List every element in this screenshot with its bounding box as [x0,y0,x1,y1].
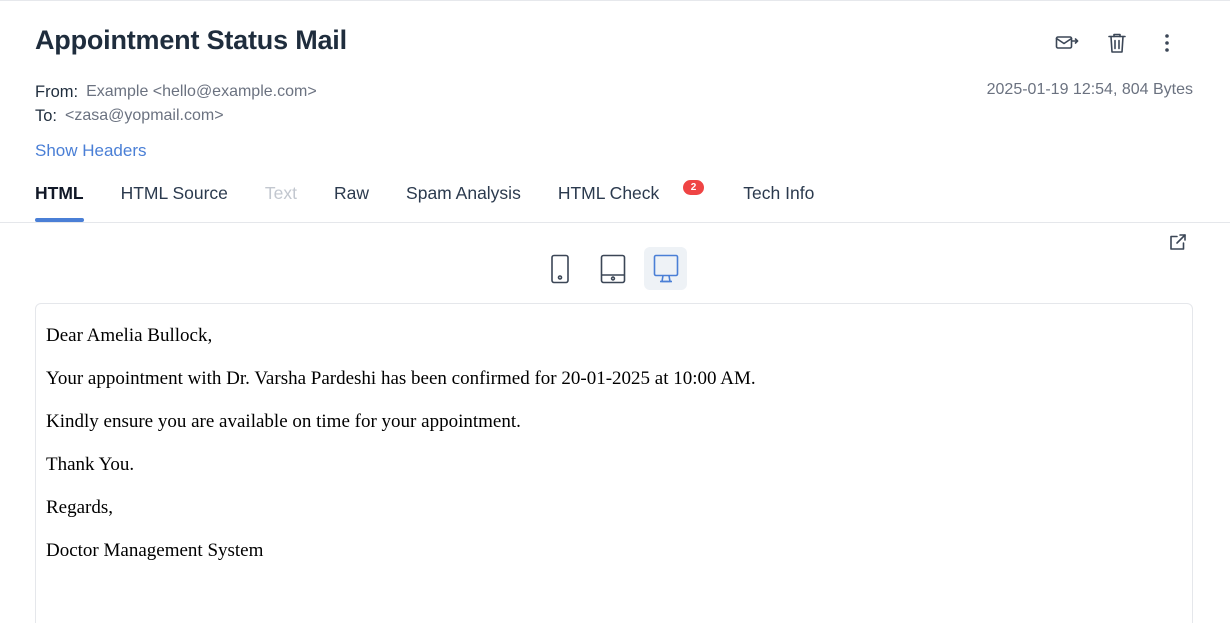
tab-tech-info[interactable]: Tech Info [743,181,814,222]
to-label: To: [35,106,58,125]
body-confirmation: Your appointment with Dr. Varsha Pardesh… [46,368,756,389]
tablet-view-button[interactable] [591,247,634,290]
body-greeting: Dear Amelia Bullock, [46,325,213,346]
to-row: To: <zasa@yopmail.com> [35,104,317,128]
tab-raw[interactable]: Raw [334,181,369,222]
tab-text: Text [264,183,298,203]
body-signature: Doctor Management System [46,540,264,561]
tab-html-check[interactable]: HTML Check 2 [557,180,705,222]
body-instruction: Kindly ensure you are available on time … [46,411,521,432]
tab-html-source[interactable]: HTML Source [121,181,228,222]
mobile-icon [550,254,569,283]
body-thanks: Thank You. [46,454,135,475]
to-value: <zasa@yopmail.com> [65,107,224,124]
open-external-icon[interactable] [1168,232,1188,252]
tab-html[interactable]: HTML [35,181,84,222]
tab-spam-analysis[interactable]: Spam Analysis [406,181,521,222]
html-check-count-badge: 2 [682,180,705,195]
desktop-view-button[interactable] [644,247,687,290]
desktop-icon [653,254,678,282]
from-label: From: [35,82,79,101]
from-value: Example <hello@example.com> [86,83,317,100]
tab-html-check-label: HTML Check [557,183,660,203]
email-addresses: From: Example <hello@example.com> To: <z… [35,80,317,128]
mobile-view-button[interactable] [538,247,581,290]
show-headers-link[interactable]: Show Headers [35,141,147,161]
more-vertical-icon[interactable] [1154,31,1180,55]
from-row: From: Example <hello@example.com> [35,80,317,104]
tablet-icon [600,254,625,283]
email-meta: 2025-01-19 12:54, 804 Bytes [986,81,1193,98]
device-preview-toggle [538,247,687,290]
email-actions [1054,31,1180,55]
tabs-divider [0,222,1230,223]
view-tabs: HTML HTML Source Text Raw Spam Analysis … [35,180,851,222]
email-subject: Appointment Status Mail [35,25,347,55]
body-regards: Regards, [46,497,114,518]
forward-mail-icon[interactable] [1054,31,1080,55]
trash-icon[interactable] [1104,31,1130,55]
email-body-preview: Dear Amelia Bullock, Your appointment wi… [35,303,1193,623]
